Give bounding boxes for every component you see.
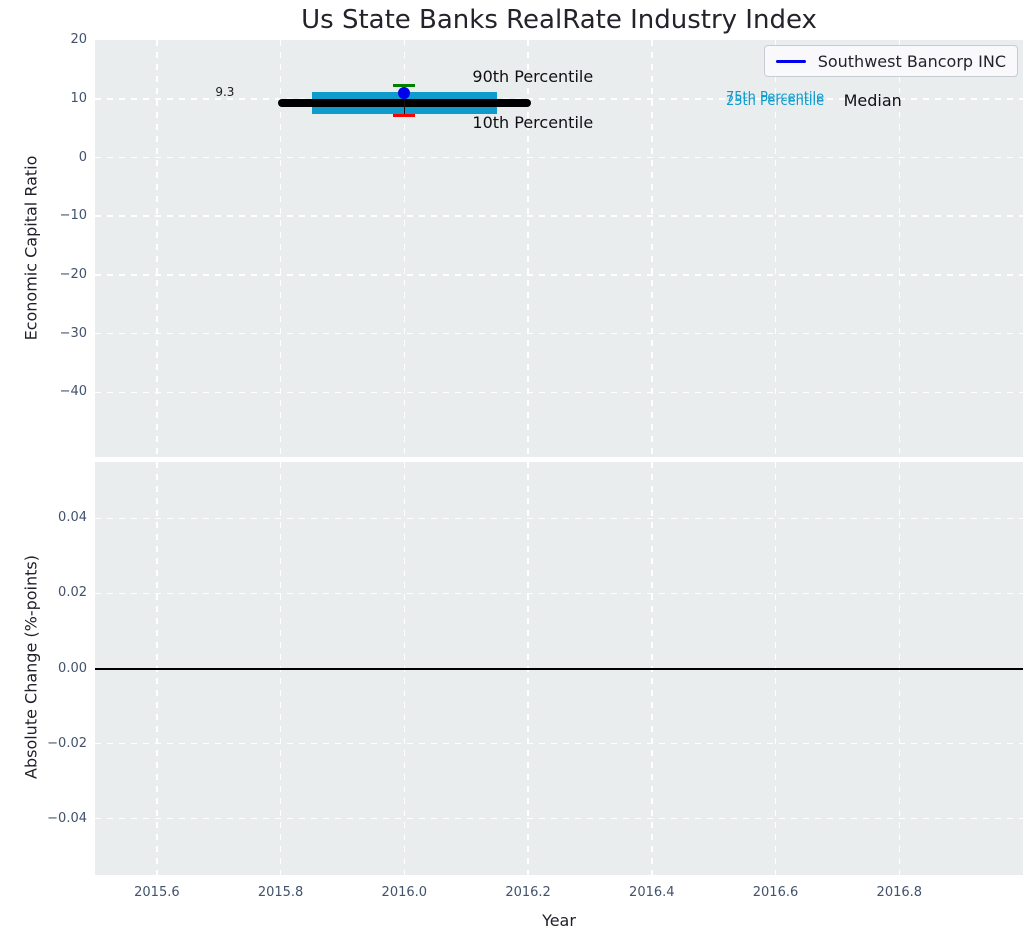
y-tick-label: −30	[0, 325, 87, 343]
zero-line	[95, 668, 1023, 670]
annotation-25th-percentile: 25th Percentile	[726, 93, 824, 111]
chart-title: Us State Banks RealRate Industry Index	[95, 5, 1023, 35]
annotation-9-3: 9.3	[215, 83, 234, 101]
x-tick-label: 2016.4	[612, 884, 692, 902]
y-gridline	[95, 818, 1023, 820]
y-gridline	[95, 215, 1023, 217]
y-gridline	[95, 593, 1023, 595]
y-tick-label: −10	[0, 207, 87, 225]
y-tick-label: 0.04	[0, 509, 87, 527]
y-gridline	[95, 157, 1023, 159]
y-tick-label: −40	[0, 383, 87, 401]
y-gridline	[95, 518, 1023, 520]
annotation-10th-percentile: 10th Percentile	[472, 114, 593, 132]
y-gridline	[95, 743, 1023, 745]
annotation-90th-percentile: 90th Percentile	[472, 68, 593, 86]
x-tick-label: 2015.6	[117, 884, 197, 902]
x-tick-label: 2016.2	[488, 884, 568, 902]
y-gridline	[95, 274, 1023, 276]
y-tick-label: −20	[0, 266, 87, 284]
legend-label: Southwest Bancorp INC	[818, 52, 1006, 71]
x-gridline	[651, 40, 653, 457]
annotation-median: Median	[844, 92, 902, 110]
y-gridline	[95, 333, 1023, 335]
y-gridline	[95, 392, 1023, 394]
top-y-axis-label: Economic Capital Ratio	[22, 156, 41, 341]
x-tick-label: 2016.6	[736, 884, 816, 902]
legend: Southwest Bancorp INC	[764, 45, 1018, 77]
x-tick-label: 2016.0	[364, 884, 444, 902]
legend-line-sample	[776, 60, 806, 63]
x-tick-label: 2015.8	[241, 884, 321, 902]
y-tick-label: 0	[0, 149, 87, 167]
x-axis-label: Year	[95, 911, 1023, 930]
y-tick-label: −0.04	[0, 810, 87, 828]
y-tick-label: 20	[0, 31, 87, 49]
x-tick-label: 2016.8	[859, 884, 939, 902]
y-tick-label: 0.02	[0, 584, 87, 602]
y-tick-label: 0.00	[0, 660, 87, 678]
bottom-plot-area	[95, 462, 1023, 875]
x-gridline	[156, 40, 158, 457]
y-tick-label: −0.02	[0, 735, 87, 753]
p10-cap	[393, 114, 415, 117]
chart-figure: Us State Banks RealRate Industry Index E…	[0, 0, 1034, 942]
top-plot-area: Southwest Bancorp INC 9.3 90th Percentile…	[95, 40, 1023, 457]
y-tick-label: 10	[0, 90, 87, 108]
